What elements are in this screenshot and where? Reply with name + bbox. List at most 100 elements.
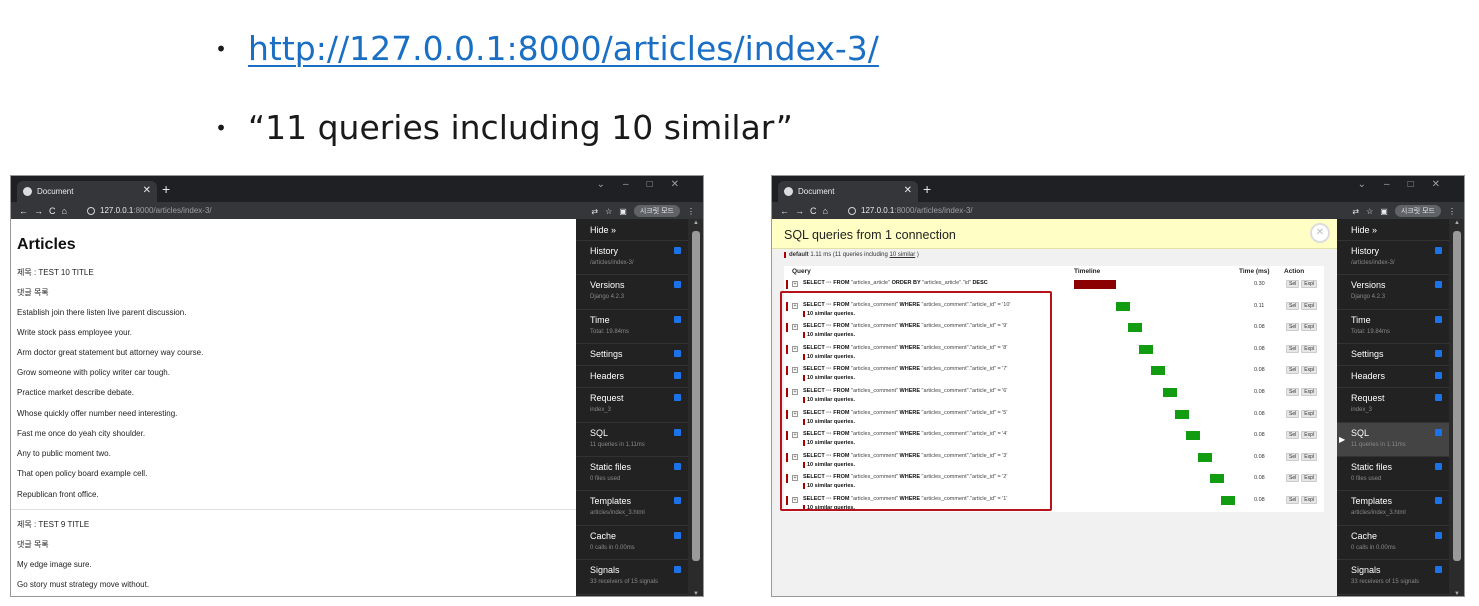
panel-time[interactable]: Time Total: 19.84ms	[1337, 310, 1449, 345]
checkbox-icon[interactable]	[1435, 281, 1442, 289]
checkbox-icon[interactable]	[674, 372, 681, 380]
expand-icon[interactable]: +	[792, 281, 798, 287]
panel-history[interactable]: History/articles/index-3/	[1337, 241, 1449, 276]
scroll-down-icon[interactable]: ▼	[1454, 591, 1460, 596]
checkbox-icon[interactable]	[674, 394, 681, 402]
panel-settings[interactable]: Settings	[1337, 344, 1449, 367]
star-icon[interactable]: ☆	[1366, 207, 1373, 216]
scroll-up-icon[interactable]: ▲	[693, 220, 699, 226]
close-tab-icon[interactable]: ✕	[143, 185, 151, 196]
select-button[interactable]: Sel	[1286, 301, 1300, 310]
explain-button[interactable]: Expl	[1301, 409, 1317, 418]
select-button[interactable]: Sel	[1286, 452, 1300, 461]
panel-headers[interactable]: Headers	[1337, 366, 1449, 389]
info-icon[interactable]	[848, 206, 856, 215]
panel-static-files[interactable]: Static files 0 files used	[576, 457, 688, 492]
checkbox-icon[interactable]	[674, 350, 681, 358]
panel-signals[interactable]: Signals 33 receivers of 15 signals	[576, 560, 688, 595]
explain-button[interactable]: Expl	[1301, 366, 1317, 375]
scroll-up-icon[interactable]: ▲	[1454, 220, 1460, 226]
select-button[interactable]: Sel	[1286, 409, 1300, 418]
menu-icon[interactable]: ⋮	[1448, 207, 1456, 216]
menu-icon[interactable]: ⋮	[687, 207, 695, 216]
checkbox-icon[interactable]	[1435, 350, 1442, 358]
panel-headers[interactable]: Headers	[576, 366, 688, 389]
select-button[interactable]: Sel	[1286, 280, 1300, 288]
sidepanel-icon[interactable]: ▣	[1380, 207, 1388, 216]
browser-tab[interactable]: Document ✕	[17, 181, 157, 202]
panel-request[interactable]: Request index_3	[576, 388, 688, 423]
explain-button[interactable]: Expl	[1301, 474, 1317, 483]
panel-history[interactable]: History/articles/index-3/	[576, 241, 688, 276]
close-panel-icon[interactable]: ✕	[1310, 223, 1330, 243]
checkbox-icon[interactable]	[1435, 315, 1442, 323]
scrollbar-thumb[interactable]	[1453, 231, 1461, 561]
panel-versions[interactable]: Versions Django 4.2.3	[576, 275, 688, 310]
checkbox-icon[interactable]	[674, 281, 681, 289]
checkbox-icon[interactable]	[674, 247, 681, 254]
explain-button[interactable]: Expl	[1301, 431, 1317, 440]
panel-versions[interactable]: Versions Django 4.2.3	[1337, 275, 1449, 310]
checkbox-icon[interactable]	[674, 462, 681, 470]
panel-static-files[interactable]: Static files 0 files used	[1337, 457, 1449, 492]
checkbox-icon[interactable]	[1435, 497, 1442, 505]
panel-templates[interactable]: Templates articles/index_3.html	[1337, 491, 1449, 526]
checkbox-icon[interactable]	[674, 566, 681, 574]
panel-sql-active[interactable]: ▶ SQL 11 queries in 1.11ms	[1337, 422, 1449, 457]
checkbox-icon[interactable]	[1435, 372, 1442, 380]
checkbox-icon[interactable]	[1435, 247, 1442, 254]
panel-templates[interactable]: Templates articles/index_3.html	[576, 491, 688, 526]
incognito-badge[interactable]: 시크릿 모드	[1394, 205, 1441, 217]
checkbox-icon[interactable]	[1435, 394, 1442, 402]
checkbox-icon[interactable]	[1435, 531, 1442, 539]
hide-toolbar-button[interactable]: Hide »	[576, 219, 688, 241]
checkbox-icon[interactable]	[1435, 428, 1442, 436]
explain-button[interactable]: Expl	[1301, 344, 1317, 353]
hide-toolbar-button[interactable]: Hide »	[1337, 219, 1449, 241]
checkbox-icon[interactable]	[674, 428, 681, 436]
explain-button[interactable]: Expl	[1301, 323, 1317, 332]
explain-button[interactable]: Expl	[1301, 280, 1317, 288]
query-sql[interactable]: SELECT ··· FROM "articles_article" ORDER…	[803, 280, 988, 286]
nav-buttons[interactable]: ←→C⌂	[11, 206, 87, 216]
incognito-badge[interactable]: 시크릿 모드	[633, 205, 680, 217]
scrollbar[interactable]: ▲ ▼	[688, 219, 703, 596]
panel-cache[interactable]: Cache 0 calls in 0.00ms	[1337, 526, 1449, 561]
checkbox-icon[interactable]	[674, 531, 681, 539]
checkbox-icon[interactable]	[1435, 566, 1442, 574]
checkbox-icon[interactable]	[674, 315, 681, 323]
explain-button[interactable]: Expl	[1301, 388, 1317, 396]
panel-time[interactable]: Time Total: 19.84ms	[576, 310, 688, 345]
select-button[interactable]: Sel	[1286, 323, 1300, 332]
new-tab-icon[interactable]: +	[162, 181, 170, 197]
articles-index-3-link[interactable]: http://127.0.0.1:8000/articles/index-3/	[248, 29, 879, 68]
sidepanel-icon[interactable]: ▣	[619, 207, 627, 216]
select-button[interactable]: Sel	[1286, 388, 1300, 396]
window-controls[interactable]: ⌄–□✕	[597, 179, 697, 190]
scroll-down-icon[interactable]: ▼	[693, 591, 699, 596]
explain-button[interactable]: Expl	[1301, 496, 1317, 504]
panel-cache[interactable]: Cache 0 calls in 0.00ms	[576, 526, 688, 561]
checkbox-icon[interactable]	[674, 497, 681, 505]
panel-sql[interactable]: SQL 11 queries in 1.11ms	[576, 423, 688, 457]
panel-request[interactable]: Request index_3	[1337, 388, 1449, 423]
select-button[interactable]: Sel	[1286, 474, 1300, 483]
select-button[interactable]: Sel	[1286, 431, 1300, 440]
explain-button[interactable]: Expl	[1301, 301, 1317, 310]
scrollbar-thumb[interactable]	[692, 231, 700, 561]
select-button[interactable]: Sel	[1286, 344, 1300, 353]
url-field[interactable]: 127.0.0.1:8000/articles/index-3/	[87, 206, 212, 215]
browser-tab[interactable]: Document ✕	[778, 181, 918, 202]
select-button[interactable]: Sel	[1286, 496, 1300, 504]
explain-button[interactable]: Expl	[1301, 452, 1317, 461]
window-controls[interactable]: ⌄–□✕	[1358, 179, 1458, 190]
scrollbar[interactable]: ▲ ▼	[1449, 219, 1464, 596]
panel-settings[interactable]: Settings	[576, 344, 688, 367]
info-icon[interactable]	[87, 206, 95, 215]
star-icon[interactable]: ☆	[605, 207, 612, 216]
translate-icon[interactable]: ⇄	[591, 207, 598, 216]
close-tab-icon[interactable]: ✕	[904, 185, 912, 196]
nav-buttons[interactable]: ←→C⌂	[772, 206, 848, 216]
panel-signals[interactable]: Signals 33 receivers of 15 signals	[1337, 560, 1449, 595]
new-tab-icon[interactable]: +	[923, 181, 931, 197]
